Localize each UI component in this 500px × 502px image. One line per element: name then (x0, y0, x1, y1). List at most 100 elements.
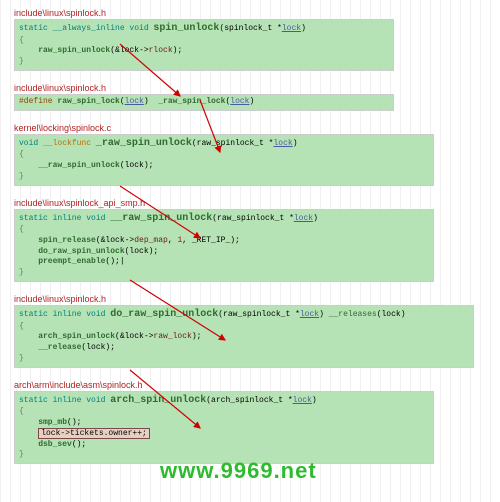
code-token: (lock); (120, 161, 154, 170)
code-token: } (19, 354, 24, 363)
code-token: lock (273, 139, 292, 148)
code-token: ) (313, 214, 318, 223)
code-line: spin_release(&lock->dep_map, 1, _RET_IP_… (19, 236, 429, 247)
code-block: static inline void arch_spin_unlock(arch… (14, 391, 434, 464)
code-line: raw_spin_unlock(&lock->rlock); (19, 46, 389, 57)
code-token: lock (300, 310, 319, 319)
code-token: (); (72, 440, 86, 449)
code-token: ); (173, 46, 183, 55)
diagram-container: include\linux\spinlock.h static __always_… (4, 8, 496, 464)
code-line: dsb_sev(); (19, 440, 429, 451)
code-token: (raw_spinlock_t * (218, 310, 300, 319)
code-token: ();| (105, 257, 124, 266)
code-token: (&lock-> (96, 236, 134, 245)
code-token: , (168, 236, 178, 245)
code-token: ) (249, 97, 254, 106)
code-token: _raw_spin_unlock (96, 138, 192, 149)
code-token: , _RET_IP_); (182, 236, 240, 245)
code-token: } (19, 57, 24, 66)
code-token: ) (144, 97, 158, 106)
code-token: lock (230, 97, 249, 106)
file-path-label: include\linux\spinlock_api_smp.h (14, 198, 496, 208)
code-line: lock->tickets.owner++; (19, 429, 429, 440)
code-line: { (19, 225, 429, 236)
code-token (19, 429, 38, 438)
code-token: (lock) (377, 310, 406, 319)
code-line: } (19, 57, 389, 68)
code-token: rlock (149, 46, 173, 55)
code-token: static inline void (19, 396, 110, 405)
code-token: raw_spin_unlock (19, 46, 110, 55)
code-token: #define (19, 97, 57, 106)
code-token: ) (312, 396, 317, 405)
code-token: arch_spin_unlock (110, 395, 206, 406)
code-token: ) (293, 139, 298, 148)
code-block: static inline void __raw_spin_unlock(raw… (14, 209, 434, 282)
code-line: __raw_spin_unlock(lock); (19, 161, 429, 172)
code-token: __releases (329, 310, 377, 319)
code-token: (raw_spinlock_t * (212, 214, 294, 223)
code-token: ) (301, 24, 306, 33)
code-block: #define raw_spin_lock(lock) _raw_spin_lo… (14, 94, 394, 111)
code-line: static __always_inline void spin_unlock(… (19, 22, 389, 36)
code-token: lock (293, 396, 312, 405)
code-line: { (19, 407, 429, 418)
code-token: __raw_spin_unlock (19, 161, 120, 170)
file-path-label: include\linux\spinlock.h (14, 8, 496, 18)
code-block: void __lockfunc _raw_spin_unlock(raw_spi… (14, 134, 434, 186)
code-line: preempt_enable();| (19, 257, 429, 268)
code-line: void __lockfunc _raw_spin_unlock(raw_spi… (19, 137, 429, 151)
code-token: dsb_sev (19, 440, 72, 449)
code-token: (arch_spinlock_t * (206, 396, 292, 405)
code-token: do_raw_spin_unlock (19, 247, 125, 256)
code-line: } (19, 268, 429, 279)
code-token: __release (19, 343, 81, 352)
code-token: (raw_spinlock_t * (192, 139, 274, 148)
code-token: { (19, 225, 24, 234)
code-token: do_raw_spin_unlock (110, 309, 218, 320)
code-token: (&lock-> (115, 332, 153, 341)
code-token: preempt_enable (19, 257, 105, 266)
code-token: } (19, 450, 24, 459)
code-token: __lockfunc (43, 139, 91, 148)
code-token: dep_map (134, 236, 168, 245)
code-token: lock->tickets.owner++; (38, 428, 150, 439)
code-token: __raw_spin_unlock (110, 213, 212, 224)
file-path-label: include\linux\spinlock.h (14, 294, 496, 304)
code-block: static __always_inline void spin_unlock(… (14, 19, 394, 71)
code-line: __release(lock); (19, 343, 469, 354)
code-token: (lock); (81, 343, 115, 352)
code-token: arch_spin_unlock (19, 332, 115, 341)
code-token: _raw_spin_lock (158, 97, 225, 106)
code-block: static inline void do_raw_spin_unlock(ra… (14, 305, 474, 368)
code-line: #define raw_spin_lock(lock) _raw_spin_lo… (19, 97, 389, 108)
code-line: do_raw_spin_unlock(lock); (19, 247, 429, 258)
code-line: { (19, 36, 389, 47)
code-token: ) (319, 310, 329, 319)
file-path-label: arch\arm\include\asm\spinlock.h (14, 380, 496, 390)
code-token: } (19, 268, 24, 277)
code-token: spin_release (19, 236, 96, 245)
file-path-label: kernel\locking\spinlock.c (14, 123, 496, 133)
code-token: { (19, 322, 24, 331)
code-token: static inline void (19, 214, 110, 223)
code-line: { (19, 322, 469, 333)
code-token: ); (192, 332, 202, 341)
code-token: (lock); (125, 247, 159, 256)
code-line: } (19, 172, 429, 183)
code-line: static inline void __raw_spin_unlock(raw… (19, 212, 429, 226)
code-token: void (19, 139, 43, 148)
code-token: } (19, 172, 24, 181)
code-token: { (19, 150, 24, 159)
code-token: smp_mb (19, 418, 67, 427)
code-token: raw_lock (153, 332, 191, 341)
code-token: static __always_inline void (19, 24, 153, 33)
code-line: } (19, 450, 429, 461)
code-token: { (19, 407, 24, 416)
code-token: spin_unlock (153, 23, 219, 34)
code-line: arch_spin_unlock(&lock->raw_lock); (19, 332, 469, 343)
file-path-label: include\linux\spinlock.h (14, 83, 496, 93)
code-token: (spinlock_t * (219, 24, 281, 33)
code-token: lock (282, 24, 301, 33)
code-token: lock (125, 97, 144, 106)
